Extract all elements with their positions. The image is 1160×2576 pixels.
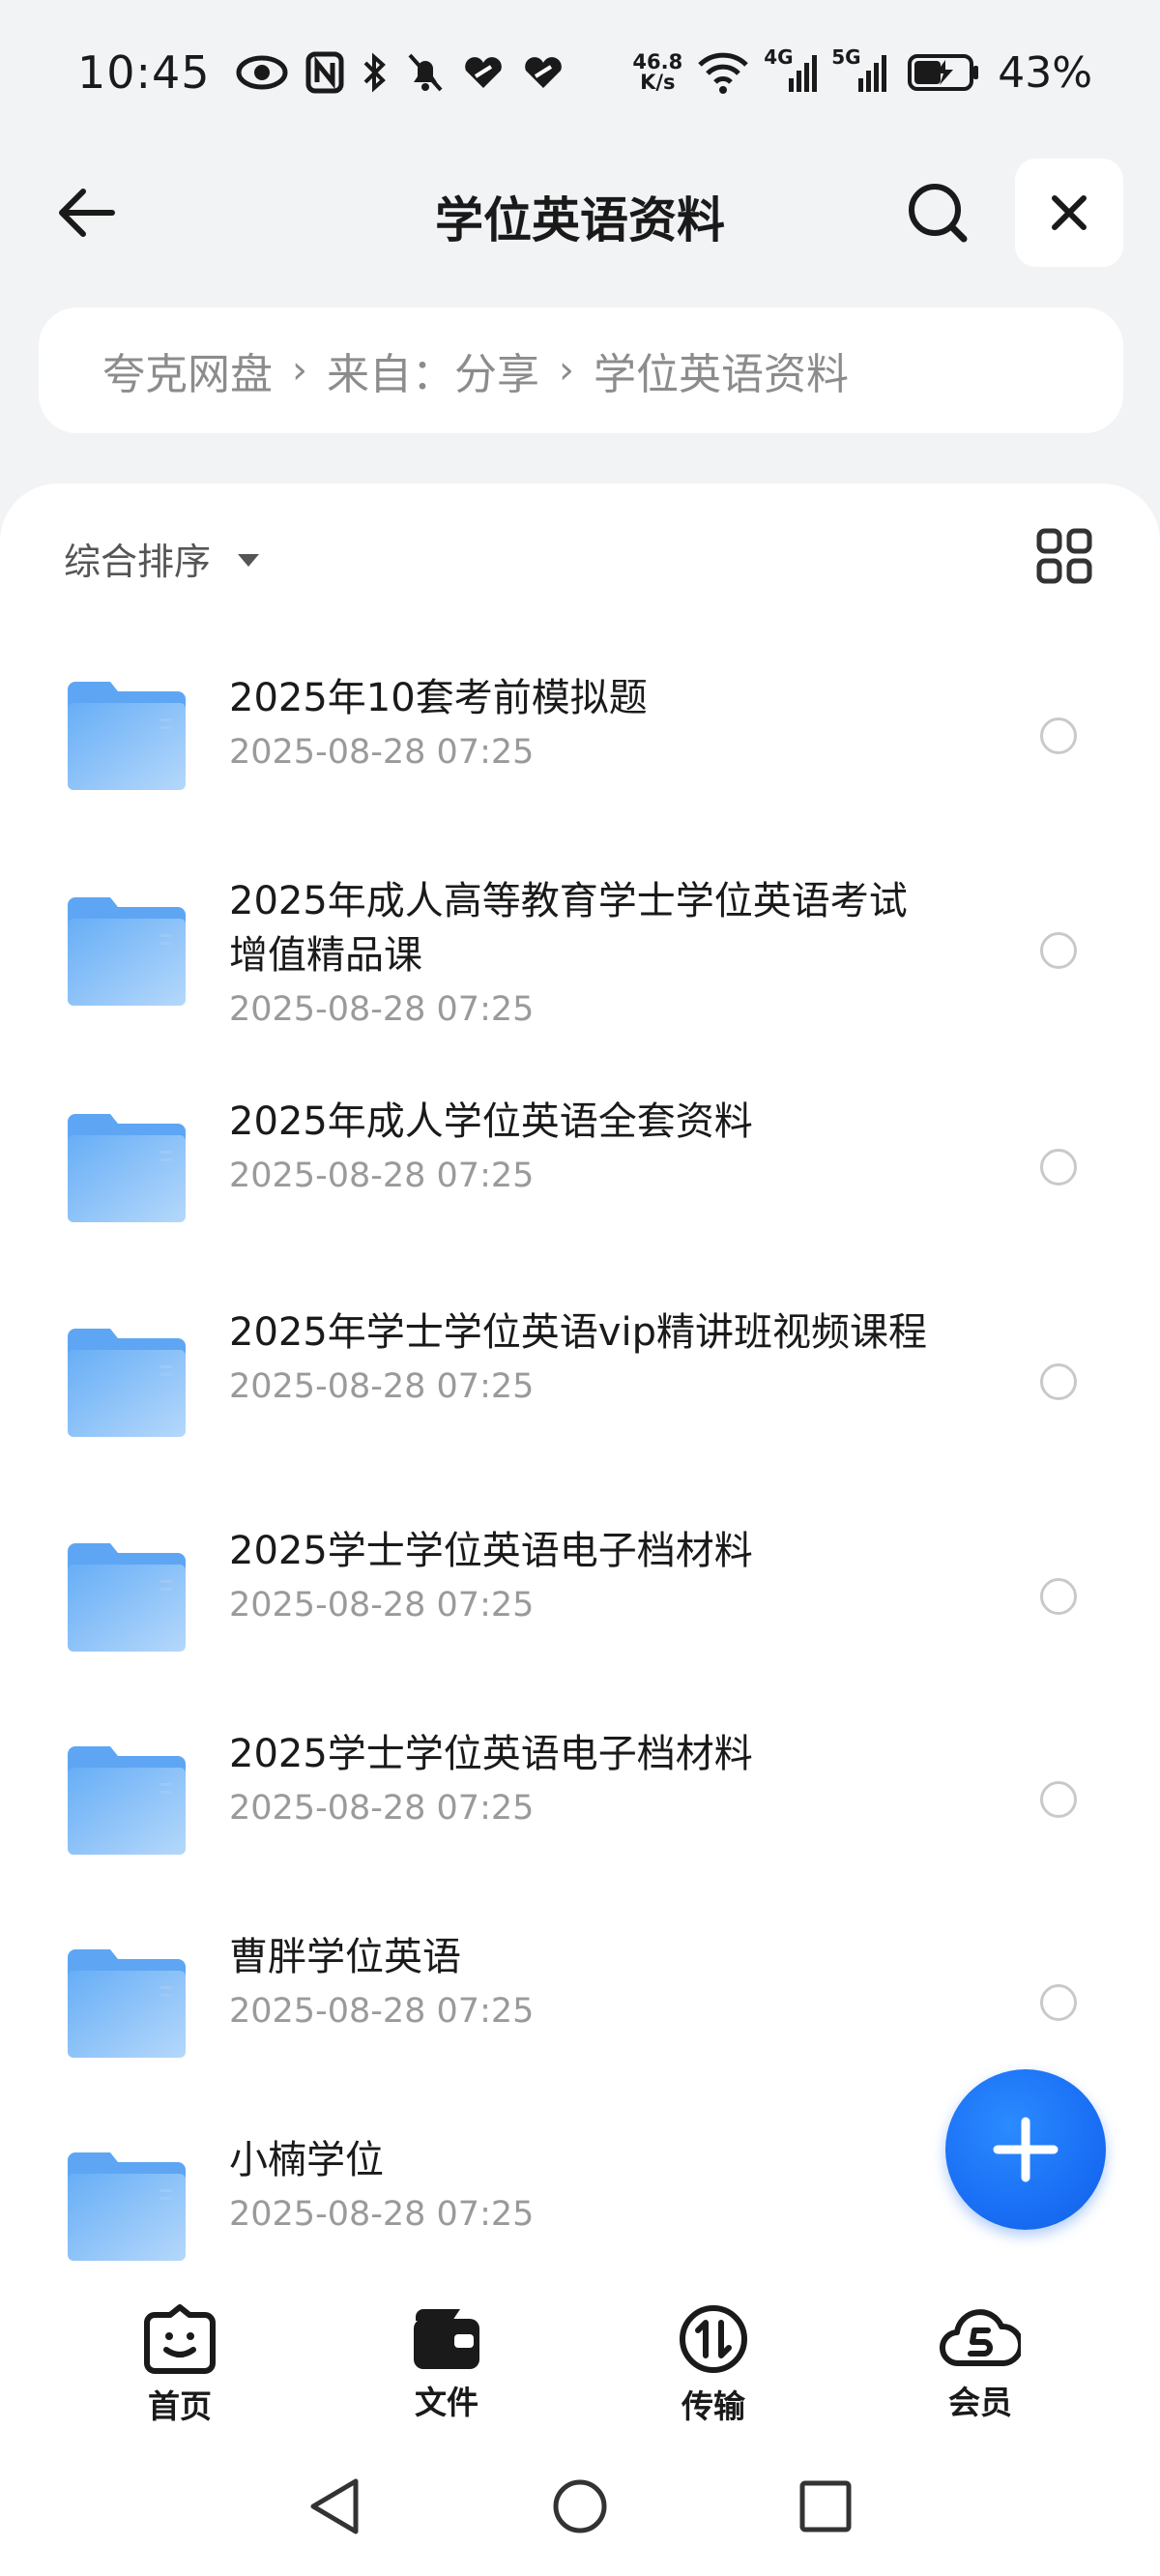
file-name: 2025学士学位英语电子档材料 [229, 1529, 753, 1573]
select-radio[interactable] [1040, 717, 1077, 754]
list-item[interactable]: 2025年成人高等教育学士学位英语考试增值精品课 2025-08-28 07:2… [0, 843, 1160, 1060]
select-radio[interactable] [1040, 932, 1077, 969]
battery-percent: 43% [998, 47, 1092, 98]
breadcrumb-item-share[interactable]: 来自：分享 [327, 339, 539, 401]
chevron-right-icon: › [292, 348, 307, 393]
select-radio[interactable] [1040, 1363, 1077, 1400]
file-date: 2025-08-28 07:25 [229, 733, 535, 772]
square-recents-icon [799, 2480, 852, 2532]
close-button[interactable] [1015, 159, 1123, 267]
select-radio[interactable] [1040, 1781, 1077, 1818]
list-item[interactable]: 曹胖学位英语 2025-08-28 07:25 [0, 1897, 1160, 2100]
file-name: 曹胖学位英语 [229, 1935, 461, 1979]
chevron-right-icon: › [559, 348, 574, 393]
grid-view-toggle[interactable] [1036, 528, 1092, 584]
nav-item-files[interactable]: 文件 [369, 2303, 524, 2423]
nav-item-home[interactable]: 首页 [102, 2303, 257, 2427]
folder-icon [68, 1114, 186, 1222]
nav-label: 传输 [682, 2387, 745, 2425]
folder-icon [68, 682, 186, 790]
mute-bell-icon [406, 51, 445, 94]
file-name: 小楠学位 [229, 2138, 384, 2182]
close-icon [1052, 195, 1087, 230]
file-date: 2025-08-28 07:25 [229, 1156, 535, 1195]
circle-home-icon [553, 2479, 607, 2533]
folder-icon [68, 1746, 186, 1855]
status-time: 10:45 [77, 46, 211, 99]
heart-link-icon [522, 55, 565, 90]
signal-icon: 5G [831, 45, 893, 94]
heart-link-icon [462, 55, 505, 90]
system-home-button[interactable] [541, 2468, 619, 2545]
file-date: 2025-08-28 07:25 [229, 2195, 535, 2234]
transfer-icon [680, 2305, 747, 2373]
sort-dropdown[interactable]: 综合排序 [64, 532, 260, 585]
list-item[interactable]: 2025学士学位英语电子档材料 2025-08-28 07:25 [0, 1694, 1160, 1897]
file-date: 2025-08-28 07:25 [229, 1367, 535, 1406]
file-date: 2025-08-28 07:25 [229, 1992, 535, 2031]
folder-icon [68, 1543, 186, 1652]
file-name: 2025年成人高等教育学士学位英语考试增值精品课 [229, 879, 908, 978]
smiley-icon [144, 2304, 216, 2374]
nav-label: 首页 [148, 2387, 212, 2425]
nfc-icon [305, 51, 344, 94]
system-nav-bar [0, 2437, 1160, 2576]
system-recents-button[interactable] [787, 2468, 864, 2545]
top-bar: 学位英语资料 [0, 155, 1160, 271]
cloud-s-icon [940, 2309, 1021, 2367]
caret-down-icon [238, 554, 260, 567]
network-speed: 46.8 K/s [632, 50, 683, 94]
file-list: 2025年10套考前模拟题 2025-08-28 07:25 2025年成人高等… [0, 629, 1160, 2303]
file-panel: 综合排序 2025年10套考前模拟题 2025-08-28 07:25 2025… [0, 483, 1160, 2282]
breadcrumb: 夸克网盘 › 来自：分享 › 学位英语资料 [39, 307, 1123, 433]
signal-icon: 4G [764, 45, 818, 94]
grid-icon [1036, 528, 1092, 584]
file-date: 2025-08-28 07:25 [229, 1789, 535, 1828]
wallet-folder-icon [414, 2309, 479, 2369]
list-item[interactable]: 2025年10套考前模拟题 2025-08-28 07:25 [0, 629, 1160, 843]
sort-label: 综合排序 [64, 541, 212, 583]
breadcrumb-item-root[interactable]: 夸克网盘 [102, 339, 273, 401]
bluetooth-icon [362, 51, 389, 94]
file-name: 2025年10套考前模拟题 [229, 676, 648, 720]
file-name: 2025年成人学位英语全套资料 [229, 1099, 753, 1144]
breadcrumb-item-current: 学位英语资料 [594, 350, 849, 399]
folder-icon [68, 1329, 186, 1437]
search-icon [909, 184, 968, 243]
select-radio[interactable] [1040, 1149, 1077, 1186]
bottom-nav: 首页 文件 传输 会员 [0, 2282, 1160, 2437]
search-button[interactable] [899, 174, 976, 251]
list-item[interactable]: 2025年成人学位英语全套资料 2025-08-28 07:25 [0, 1060, 1160, 1274]
page-title: 学位英语资料 [435, 192, 725, 249]
file-name: 2025学士学位英语电子档材料 [229, 1732, 753, 1776]
file-date: 2025-08-28 07:25 [229, 990, 535, 1029]
file-name: 2025年学士学位英语vip精讲班视频课程 [229, 1310, 927, 1355]
select-radio[interactable] [1040, 1984, 1077, 2021]
select-radio[interactable] [1040, 1578, 1077, 1615]
folder-icon [68, 1949, 186, 2058]
nav-label: 会员 [948, 2384, 1012, 2421]
list-item[interactable]: 2025年学士学位英语vip精讲班视频课程 2025-08-28 07:25 [0, 1274, 1160, 1491]
triangle-back-icon [310, 2478, 359, 2534]
battery-charging-icon [907, 52, 980, 93]
nav-item-vip[interactable]: 会员 [903, 2303, 1058, 2423]
folder-icon [68, 2152, 186, 2261]
plus-icon [993, 2117, 1058, 2182]
add-button[interactable] [945, 2069, 1106, 2230]
system-back-button[interactable] [296, 2468, 373, 2545]
list-item[interactable]: 2025学士学位英语电子档材料 2025-08-28 07:25 [0, 1491, 1160, 1694]
file-date: 2025-08-28 07:25 [229, 1586, 535, 1625]
nav-item-transfer[interactable]: 传输 [636, 2303, 791, 2427]
eye-icon [236, 53, 288, 92]
nav-label: 文件 [415, 2384, 478, 2421]
status-bar: 10:45 46.8 K/s 4G 5G 43% [0, 0, 1160, 145]
folder-icon [68, 897, 186, 1006]
wifi-icon [696, 51, 750, 94]
